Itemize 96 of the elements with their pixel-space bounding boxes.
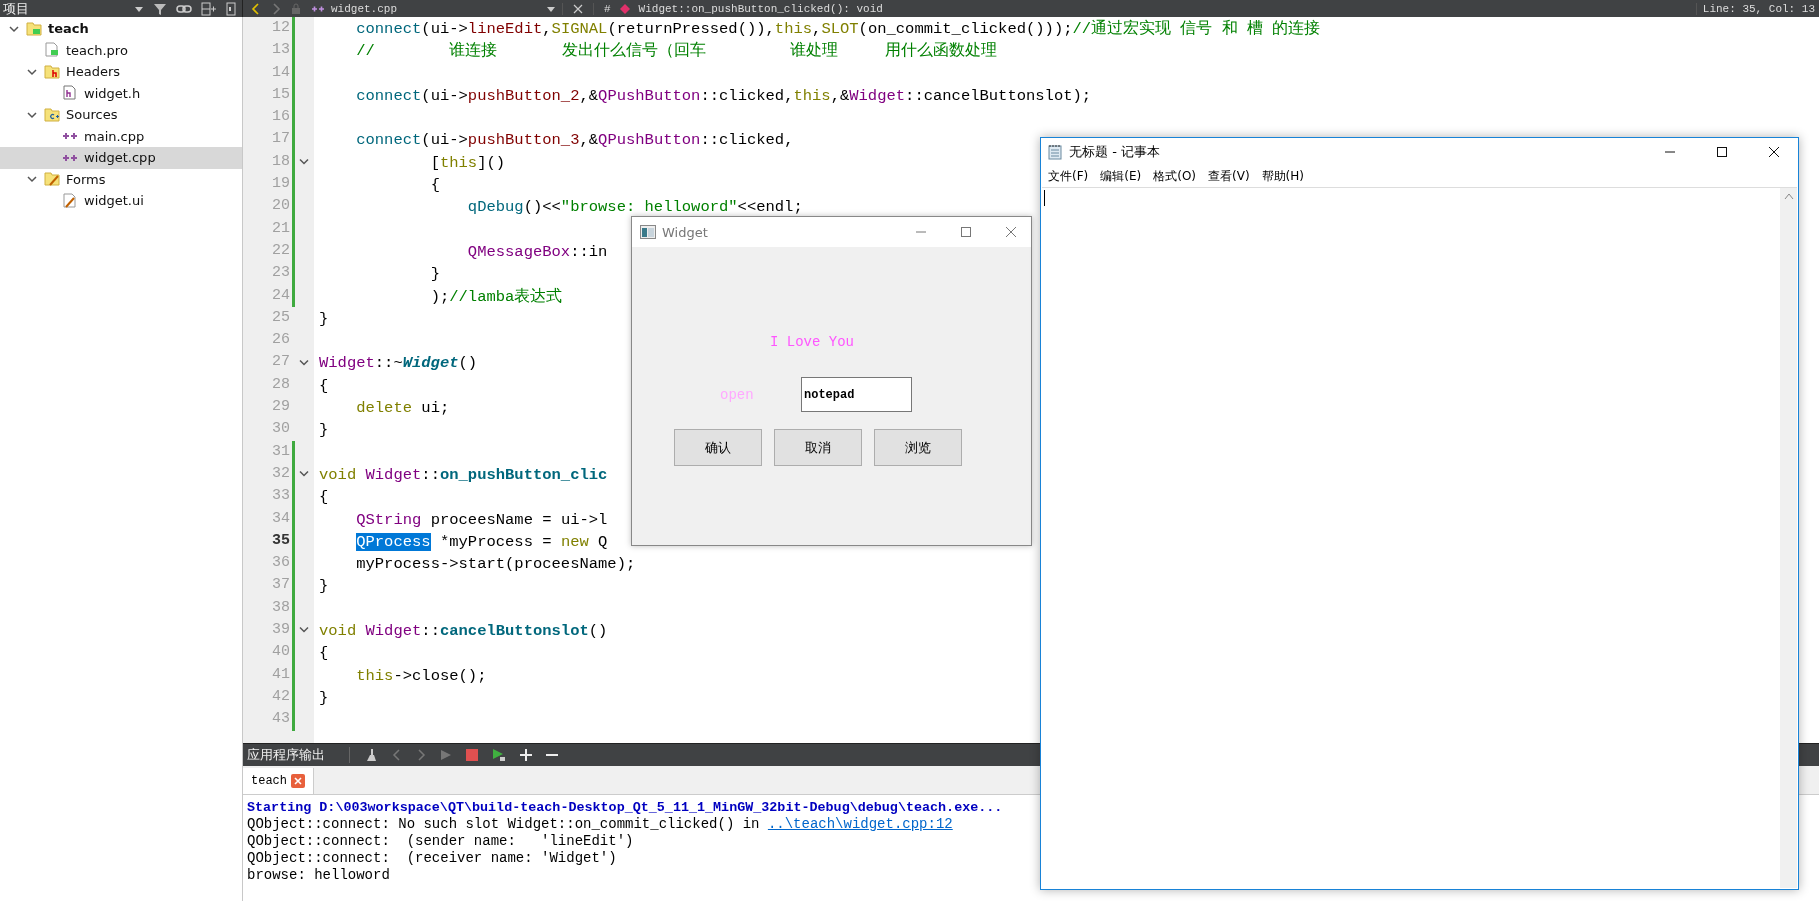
tree-item[interactable]: main.cpp xyxy=(0,125,242,147)
code-line: connect(ui->pushButton_3,&QPushButton::clicked, xyxy=(355,131,794,150)
chevron-down-icon[interactable] xyxy=(27,174,37,185)
code-line: QString proceesName = ui->l xyxy=(355,510,608,529)
menu-item[interactable]: 帮助(H) xyxy=(1261,168,1304,185)
chevron-down-icon[interactable] xyxy=(27,66,37,77)
code-line: connect(ui->lineEdit,SIGNAL(returnPressed()),this,SLOT(on_commit_clicked()));//通过宏实现 信号 和 槽 的连接 xyxy=(355,20,1321,38)
project-file-icon xyxy=(44,42,60,59)
code-line: } xyxy=(318,577,329,596)
code-line: } xyxy=(318,688,329,707)
chevron-down-icon[interactable] xyxy=(27,109,37,120)
code-line: qDebug()<<"browse: helloword"<<endl; xyxy=(466,198,803,217)
code-line: );//lamba表达式 xyxy=(429,287,563,306)
code-line: Widget::~Widget() xyxy=(318,354,478,373)
source-folder-icon xyxy=(44,106,60,123)
output-line: QObject::connect: (sender name: 'lineEdit') xyxy=(247,833,635,851)
code-line: [this]() xyxy=(429,153,506,172)
tree-item[interactable]: widget.ui xyxy=(0,190,242,212)
code-line: { xyxy=(318,644,329,663)
code-line: { xyxy=(429,176,440,195)
split-add-icon[interactable] xyxy=(201,1,217,16)
close-icon[interactable] xyxy=(1768,146,1780,158)
file-link[interactable]: ..\teach\widget.cpp:12 xyxy=(767,816,953,833)
debug-run-icon[interactable] xyxy=(492,748,506,763)
symbol-dropdown[interactable]: # Widget::on_pushButton_clicked(): void xyxy=(593,2,1686,15)
text-cursor xyxy=(1044,190,1045,206)
field-label: open xyxy=(720,386,755,403)
scroll-up-icon[interactable] xyxy=(1783,192,1794,200)
tree-item[interactable]: teach.pro xyxy=(0,39,242,61)
output-line: QObject::connect: No such slot Widget::on_commit_clicked() in xyxy=(247,816,761,833)
code-line: QMessageBox::in xyxy=(466,242,608,261)
heading-label: I Love You xyxy=(769,333,855,351)
output-line: Starting D:\003workspace\QT\build-teach-Desktop_Qt_5_11_1_MinGW_32bit-Debug\debug\teach.exe... xyxy=(247,799,1004,817)
code-line: } xyxy=(318,421,329,440)
menu-item[interactable]: 文件(F) xyxy=(1048,168,1089,185)
code-line: QProcess *myProcess = new Q xyxy=(355,532,608,551)
input-field[interactable]: notepad xyxy=(801,377,912,412)
hash-label: # xyxy=(604,2,611,15)
tree-item[interactable]: widget.h xyxy=(0,82,242,104)
code-line: this->close(); xyxy=(355,666,487,685)
code-line: { xyxy=(318,488,329,507)
filter-icon[interactable] xyxy=(153,1,167,16)
symbol-name: Widget::on_pushButton_clicked(): void xyxy=(638,2,883,15)
tree-item[interactable]: Sources xyxy=(0,104,242,126)
lock-icon xyxy=(291,2,301,15)
code-line: void Widget::cancelButtonslot() xyxy=(318,622,608,640)
window-title: 无标题 - 记事本 xyxy=(1069,143,1161,161)
fold-chevron-icon[interactable] xyxy=(299,157,309,166)
link-icon[interactable] xyxy=(176,2,192,15)
file-name: widget.cpp xyxy=(331,2,398,15)
code-line: delete ui; xyxy=(355,399,450,418)
output-tab[interactable]: teach xyxy=(243,768,314,795)
sidebar-title: 项目 xyxy=(3,0,29,17)
dialog-button[interactable]: 取消 xyxy=(774,429,862,466)
file-dropdown[interactable]: widget.cpp xyxy=(311,2,563,15)
code-line: } xyxy=(429,265,440,284)
project-folder-icon xyxy=(26,20,42,37)
code-line: myProcess->start(proceesName); xyxy=(355,555,636,574)
dialog-button[interactable]: 浏览 xyxy=(874,429,962,466)
code-line: // 谁连接 发出什么信号（回车 谁处理 用什么函数处理 xyxy=(355,42,997,61)
panel-close-icon[interactable] xyxy=(226,1,236,16)
chevron-down-icon[interactable] xyxy=(9,23,19,34)
caret-icon[interactable] xyxy=(134,4,144,13)
menu-item[interactable]: 查看(V) xyxy=(1208,168,1250,185)
tree-item[interactable]: Headers xyxy=(0,61,242,83)
header-folder-icon xyxy=(44,63,60,80)
output-line: QObject::connect: (receiver name: 'Widget') xyxy=(247,850,618,868)
menu-item[interactable]: 格式(O) xyxy=(1153,168,1197,185)
code-line: } xyxy=(318,309,329,328)
tree-item[interactable]: widget.cpp xyxy=(0,147,242,169)
header-file-icon xyxy=(62,85,78,102)
output-title: 应用程序输出 xyxy=(247,746,326,765)
tree-item[interactable]: Forms xyxy=(0,168,242,190)
window-icon xyxy=(640,225,656,239)
diamond-icon xyxy=(618,2,631,15)
fold-chevron-icon[interactable] xyxy=(299,470,309,479)
code-line: connect(ui->pushButton_2,&QPushButton::clicked,this,&Widget::cancelButtonslot); xyxy=(355,86,1092,105)
fold-chevron-icon[interactable] xyxy=(299,358,309,367)
stop-icon[interactable] xyxy=(466,749,478,762)
tree-item[interactable]: teach xyxy=(0,18,242,40)
plus-icon[interactable] xyxy=(520,749,532,762)
menu-item[interactable]: 编辑(E) xyxy=(1100,168,1142,185)
window-title: Widget xyxy=(662,224,709,240)
form-folder-icon xyxy=(44,171,60,188)
scrollbar[interactable] xyxy=(1780,188,1797,888)
broom-icon[interactable] xyxy=(364,748,378,763)
code-line: void Widget::on_pushButton_clic xyxy=(318,465,608,484)
form-file-icon xyxy=(62,192,78,209)
dialog-button[interactable]: 确认 xyxy=(674,429,762,466)
notepad-icon xyxy=(1047,144,1063,160)
caret-icon xyxy=(546,4,556,13)
cursor-position: Line: 35, Col: 13 xyxy=(1695,2,1819,15)
output-line: browse: helloword xyxy=(247,867,391,885)
code-line: { xyxy=(318,376,329,395)
maximize-icon[interactable] xyxy=(1716,146,1728,158)
fold-chevron-icon[interactable] xyxy=(299,626,309,635)
